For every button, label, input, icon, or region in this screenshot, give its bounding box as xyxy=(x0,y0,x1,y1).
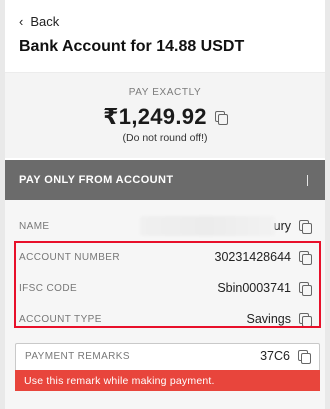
back-label: Back xyxy=(30,13,60,29)
name-label: NAME xyxy=(19,220,50,232)
pay-amount: ₹1,249.92 xyxy=(103,104,207,129)
name-value: ury xyxy=(273,219,291,233)
payment-remarks-card: PAYMENT REMARKS 37C6 Use this remark whi… xyxy=(15,343,320,391)
chevron-left-icon: ‹ xyxy=(19,13,24,29)
back-button[interactable]: ‹ Back xyxy=(19,12,59,30)
page-title: Bank Account for 14.88 USDT xyxy=(19,38,245,55)
pay-exactly-label: PAY EXACTLY xyxy=(128,87,202,98)
copy-amount-icon[interactable] xyxy=(214,110,228,125)
remarks-row: PAYMENT REMARKS 37C6 xyxy=(25,346,311,366)
account-bar-label: PAY ONLY FROM ACCOUNT xyxy=(19,174,174,186)
highlight-box xyxy=(14,241,321,328)
name-value-group: ury xyxy=(273,219,312,234)
remarks-value: 37C6 xyxy=(260,349,290,363)
redacted-name-blur xyxy=(140,216,275,236)
pay-note: (Do not round off!) xyxy=(122,132,208,144)
remarks-value-group: 37C6 xyxy=(260,349,311,364)
remarks-label: PAYMENT REMARKS xyxy=(25,350,130,362)
copy-name-icon[interactable] xyxy=(299,219,312,234)
pay-only-from-account-bar[interactable]: PAY ONLY FROM ACCOUNT xyxy=(5,160,325,200)
pay-exactly-panel: PAY EXACTLY ₹1,249.92 (Do not round off!… xyxy=(5,72,325,158)
remarks-warning: Use this remark while making payment. xyxy=(15,370,320,391)
screen: ‹ Back Bank Account for 14.88 USDT PAY E… xyxy=(5,0,325,409)
bar-mark xyxy=(306,175,308,186)
copy-remarks-icon[interactable] xyxy=(298,349,311,364)
pay-amount-row: ₹1,249.92 xyxy=(5,104,325,130)
